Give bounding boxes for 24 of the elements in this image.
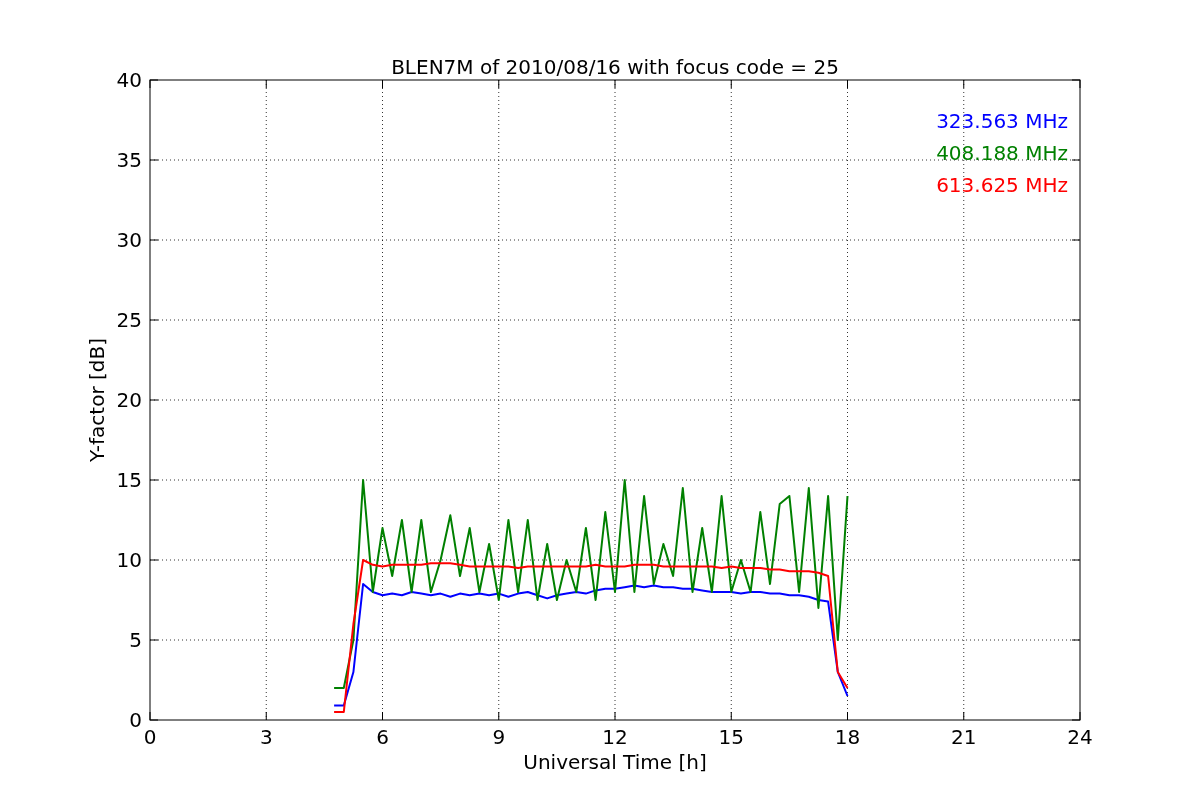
- legend-label: 613.625 MHz: [936, 173, 1068, 197]
- chart-title: BLEN7M of 2010/08/16 with focus code = 25: [391, 55, 839, 79]
- y-tick-label: 15: [116, 468, 142, 492]
- x-tick-label: 15: [718, 725, 744, 749]
- x-tick-label: 0: [143, 725, 157, 749]
- y-tick-label: 5: [129, 628, 142, 652]
- y-tick-label: 20: [116, 388, 142, 412]
- x-tick-label: 21: [951, 725, 977, 749]
- y-tick-label: 10: [116, 548, 142, 572]
- x-tick-label: 9: [492, 725, 506, 749]
- legend-label: 323.563 MHz: [936, 109, 1068, 133]
- y-tick-label: 25: [116, 308, 142, 332]
- x-tick-label: 3: [259, 725, 273, 749]
- x-tick-label: 6: [376, 725, 389, 749]
- x-tick-label: 18: [834, 725, 861, 749]
- y-tick-label: 35: [116, 148, 142, 172]
- x-axis-label: Universal Time [h]: [523, 750, 707, 774]
- y-tick-label: 40: [116, 68, 142, 92]
- legend-label: 408.188 MHz: [936, 141, 1068, 165]
- x-tick-label: 12: [602, 725, 628, 749]
- y-tick-label: 30: [116, 228, 142, 252]
- x-tick-label: 24: [1067, 725, 1093, 749]
- y-tick-label: 0: [129, 708, 142, 732]
- y-axis-label: Y-factor [dB]: [85, 338, 109, 462]
